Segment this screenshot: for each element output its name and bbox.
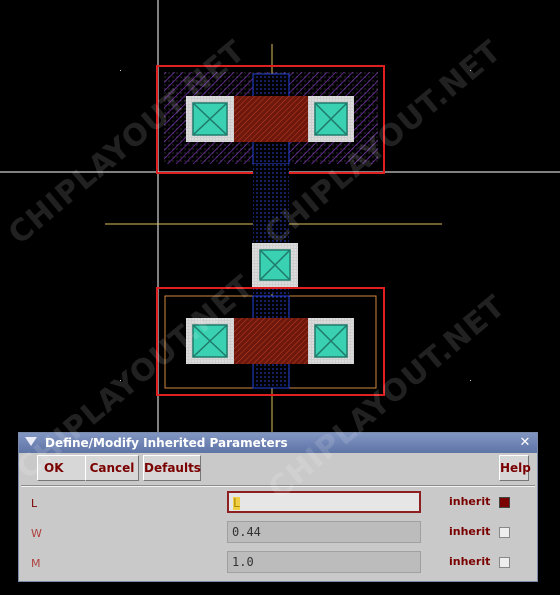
inherit-label-m: inherit	[449, 555, 491, 568]
text-cursor	[233, 497, 241, 510]
close-icon[interactable]: ✕	[517, 435, 533, 451]
inherit-checkbox-m[interactable]	[499, 557, 510, 568]
contact-top-left	[186, 96, 234, 142]
defaults-button[interactable]: Defaults	[143, 455, 201, 481]
dialog-title: Define/Modify Inherited Parameters	[45, 436, 288, 450]
param-w-input[interactable]: 0.44	[227, 521, 421, 543]
define-inherited-parameters-dialog: Define/Modify Inherited Parameters ✕ OK …	[18, 432, 538, 582]
param-label-w: W	[31, 527, 42, 540]
cancel-button[interactable]: Cancel	[85, 455, 139, 481]
contact-bottom-left	[186, 318, 234, 364]
contact-bottom-right	[308, 318, 354, 364]
contact-top-right	[308, 96, 354, 142]
inherit-label-w: inherit	[449, 525, 491, 538]
inherit-checkbox-w[interactable]	[499, 527, 510, 538]
param-label-m: M	[31, 557, 41, 570]
poly-contact	[252, 243, 298, 287]
dialog-titlebar[interactable]: Define/Modify Inherited Parameters ✕	[19, 433, 537, 453]
nmos-device-bottom	[156, 287, 385, 396]
param-l-input[interactable]: L	[227, 491, 421, 513]
param-label-l: L	[31, 497, 38, 510]
separator	[21, 485, 535, 487]
param-m-input[interactable]: 1.0	[227, 551, 421, 573]
pmos-device-top	[156, 65, 385, 174]
window-menu-icon[interactable]	[25, 437, 37, 446]
help-button[interactable]: Help	[499, 455, 531, 481]
inherit-checkbox-l[interactable]	[499, 497, 510, 508]
inherit-label-l: inherit	[449, 495, 491, 508]
